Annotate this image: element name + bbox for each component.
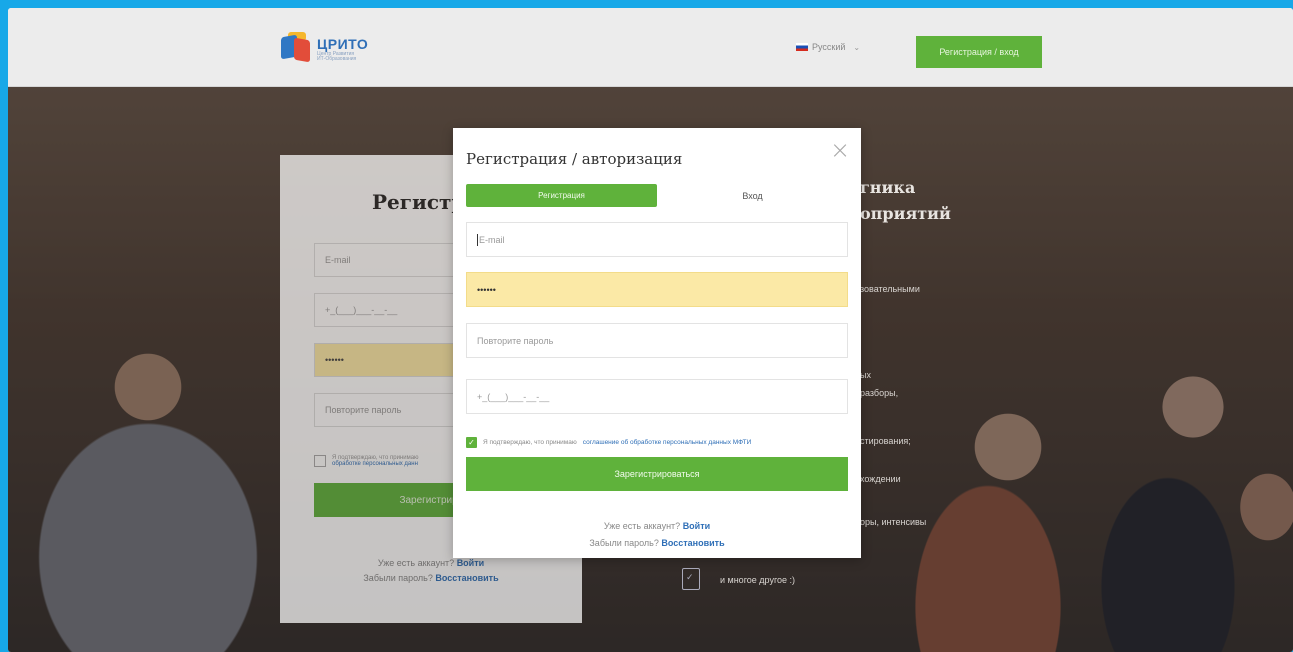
logo-subtitle-2: ИТ-Образования — [317, 55, 357, 62]
logo-cube-icon — [279, 32, 313, 66]
background-login-prompt: Уже есть аккаунт? Войти — [377, 558, 485, 568]
background-heading-line2: оприятий — [860, 204, 951, 223]
close-icon[interactable]: × — [829, 138, 851, 162]
tab-register[interactable]: Регистрация — [466, 184, 657, 207]
checkbox-checked-icon[interactable]: ✓ — [466, 437, 477, 448]
forgot-password-prompt: Забыли пароль? Восстановить — [453, 538, 861, 548]
modal-title: Регистрация / авторизация — [466, 150, 683, 168]
clipboard-check-icon — [682, 568, 700, 590]
auth-modal: Регистрация / авторизация × Регистрация … — [453, 128, 861, 558]
forgot-password-text: Забыли пароль? — [589, 538, 659, 548]
checkbox-icon — [314, 455, 326, 467]
top-navigation-bar: ЦРИТО Центр Развития ИТ-Образования Русс… — [8, 8, 1293, 87]
background-consent: Я подтверждаю, что принимаю обработке пе… — [314, 455, 419, 467]
login-prompt-text: Уже есть аккаунт? — [603, 521, 681, 531]
background-heading-line1: гника — [860, 178, 916, 197]
consent-link[interactable]: соглашение об обработке персональных дан… — [583, 439, 752, 446]
background-feature-5: оры, интенсивы — [860, 517, 927, 527]
background-feature-1: зовательными — [860, 284, 920, 294]
browser-page: ЦРИТО Центр Развития ИТ-Образования Русс… — [8, 8, 1293, 652]
background-feature-4: хождении — [860, 474, 901, 484]
consent-text: Я подтверждаю, что принимаю — [483, 439, 577, 446]
tab-login[interactable]: Вход — [657, 184, 848, 207]
language-selector[interactable]: Русский ⌄ — [796, 42, 860, 52]
chevron-down-icon: ⌄ — [853, 42, 861, 52]
background-consent-link: обработке персональных данн — [332, 461, 418, 467]
background-forgot-prompt: Забыли пароль? Восстановить — [363, 573, 499, 583]
password-field[interactable]: •••••• — [466, 272, 848, 307]
email-field[interactable]: E-mail — [466, 222, 848, 257]
register-login-button[interactable]: Регистрация / вход — [916, 36, 1042, 68]
site-logo[interactable]: ЦРИТО Центр Развития ИТ-Образования — [279, 32, 368, 66]
repeat-password-field[interactable]: Повторите пароль — [466, 323, 848, 358]
consent-checkbox-row: ✓ Я подтверждаю, что принимаю соглашение… — [466, 437, 751, 448]
register-submit-button[interactable]: Зарегистрироваться — [466, 457, 848, 491]
background-feature-2b: разборы, — [860, 388, 899, 398]
phone-field[interactable]: +_(___)___-__-__ — [466, 379, 848, 414]
login-link[interactable]: Войти — [683, 521, 710, 531]
language-label: Русский — [812, 42, 846, 52]
logo-title: ЦРИТО — [317, 35, 369, 52]
background-feature-6: и многое другое :) — [720, 575, 796, 585]
login-prompt: Уже есть аккаунт? Войти — [453, 521, 861, 531]
background-feature-2a: ых — [860, 370, 871, 380]
restore-password-link[interactable]: Восстановить — [661, 538, 724, 548]
russia-flag-icon — [796, 43, 808, 51]
background-restore-link: Восстановить — [435, 573, 499, 583]
background-login-link: Войти — [456, 558, 485, 568]
background-feature-3: стирования; — [860, 436, 911, 446]
